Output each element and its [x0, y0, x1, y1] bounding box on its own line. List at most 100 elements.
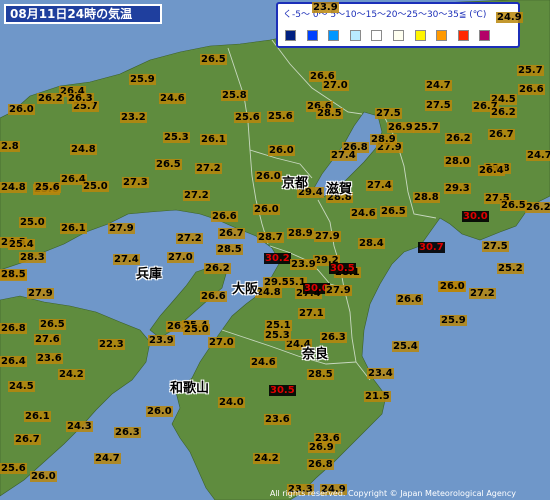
temperature-label: 26.6: [518, 84, 545, 95]
temperature-label: 26.8: [307, 459, 334, 470]
temperature-label: 27.6: [34, 334, 61, 345]
temperature-label: 26.2: [37, 93, 64, 104]
legend-swatch: [285, 30, 296, 41]
legend-swatch: [436, 30, 448, 41]
temperature-label: 26.5: [500, 200, 527, 211]
temperature-label: 30.5: [329, 263, 356, 274]
legend-swatch: [457, 30, 469, 41]
temperature-label: 26.3: [114, 427, 141, 438]
temperature-label: 26.2: [490, 107, 517, 118]
temperature-label: 24.0: [218, 397, 245, 408]
temperature-label: 23.2: [120, 112, 147, 123]
temperature-label: 27.2: [195, 163, 222, 174]
temperature-label: 26.5: [155, 159, 182, 170]
temperature-label: 27.9: [27, 288, 54, 299]
temperature-label: 27.5: [425, 100, 452, 111]
temperature-label: 23.6: [264, 414, 291, 425]
temperature-label: 30.0: [462, 211, 489, 222]
osaka-label: 大阪: [232, 282, 259, 297]
temperature-label: 27.9: [108, 223, 135, 234]
temperature-label: 27.9: [314, 231, 341, 242]
temperature-label: 26.1: [60, 223, 87, 234]
temperature-label: 23.4: [367, 368, 394, 379]
temperature-label: 26.3: [320, 332, 347, 343]
temperature-label: 27.4: [330, 150, 357, 161]
temperature-label: 27.4: [366, 180, 393, 191]
temperature-label: 26.5: [380, 206, 407, 217]
temperature-label: 27.5: [375, 108, 402, 119]
temperature-label: 26.0: [253, 204, 280, 215]
temperature-label: 28.9: [287, 228, 314, 239]
temperature-label: 26.6: [396, 294, 423, 305]
temperature-label: 26.4: [478, 165, 505, 176]
temperature-label: 27.5: [482, 241, 509, 252]
hyogo-label: 兵庫: [136, 267, 163, 282]
temperature-label: 24.8: [0, 182, 27, 193]
temperature-label: 25.9: [129, 74, 156, 85]
temperature-label: 25.0: [19, 217, 46, 228]
temperature-label: 26.7: [14, 434, 41, 445]
temperature-label: 26.6: [211, 211, 238, 222]
temperature-label: 27.0: [167, 252, 194, 263]
temperature-label: 25.6: [0, 463, 27, 474]
temperature-label: 28.3: [19, 252, 46, 263]
temperature-label: 28.5: [316, 108, 343, 119]
temperature-label: 26.1: [24, 411, 51, 422]
legend-swatch: [414, 30, 426, 41]
temperature-label: 26.4: [0, 356, 27, 367]
temperature-label: 29.3: [444, 183, 471, 194]
temperature-label: 24.7: [425, 80, 452, 91]
temperature-label: 26.9: [387, 122, 414, 133]
temperature-label: 26.2: [204, 263, 231, 274]
temperature-label: 30.2: [264, 253, 291, 264]
temperature-label: 28.8: [413, 192, 440, 203]
temperature-label: 27.2: [183, 190, 210, 201]
temperature-label: 28.9: [370, 134, 397, 145]
temperature-label: 24.7: [526, 150, 550, 161]
temperature-map: 08月11日24時の気温 く-5～ 0～ 5～10～15～20～25～30～35…: [0, 0, 550, 500]
temperature-label: 28.5: [0, 269, 27, 280]
temperature-label: 27.9: [325, 285, 352, 296]
temperature-label: 24.2: [58, 369, 85, 380]
temperature-label: 21.5: [364, 391, 391, 402]
nara-label: 奈良: [302, 347, 329, 362]
legend-swatch: [349, 30, 361, 41]
temperature-label: 26.9: [308, 442, 335, 453]
temperature-label: 25.4: [8, 239, 35, 250]
legend-swatches: [285, 30, 501, 41]
temperature-label: 26.0: [268, 145, 295, 156]
temperature-label: 26.0: [146, 406, 173, 417]
temperature-label: 26.6: [200, 291, 227, 302]
temperature-label: 25.2: [497, 263, 524, 274]
temperature-label: 28.7: [257, 232, 284, 243]
temperature-label: 23.9: [290, 259, 317, 270]
temperature-label: 27.2: [176, 233, 203, 244]
temperature-label: 26.2: [445, 133, 472, 144]
temperature-label: 26.0: [255, 171, 282, 182]
temperature-label: 25.6: [267, 111, 294, 122]
temperature-label: 2.8: [0, 141, 20, 152]
legend-swatch: [328, 30, 340, 41]
temperature-label: 24.8: [255, 287, 282, 298]
temperature-label: 26.2: [525, 202, 550, 213]
temperature-label: 27.1: [298, 308, 325, 319]
temperature-label: 26.0: [439, 281, 466, 292]
legend-swatch: [371, 30, 383, 41]
temperature-label: 26.8: [0, 323, 27, 334]
temperature-label: 30.5: [269, 385, 296, 396]
temperature-label: 24.3: [66, 421, 93, 432]
temperature-label: 25.0: [82, 181, 109, 192]
wakayama-label: 和歌山: [170, 381, 210, 396]
temperature-label: 24.5: [8, 381, 35, 392]
copyright-notice: All rights reserved. Copyright © Japan M…: [269, 489, 516, 498]
legend-swatch: [479, 30, 491, 41]
temperature-label: 24.2: [253, 453, 280, 464]
temperature-label: 25.7: [517, 65, 544, 76]
temperature-label: 27.2: [469, 288, 496, 299]
legend-swatch: [306, 30, 318, 41]
temperature-label: 27.0: [322, 80, 349, 91]
temperature-label: 24.6: [350, 208, 377, 219]
temperature-label: 25.0: [183, 324, 210, 335]
map-title: 08月11日24時の気温: [4, 4, 162, 24]
temperature-label: 26.7: [488, 129, 515, 140]
